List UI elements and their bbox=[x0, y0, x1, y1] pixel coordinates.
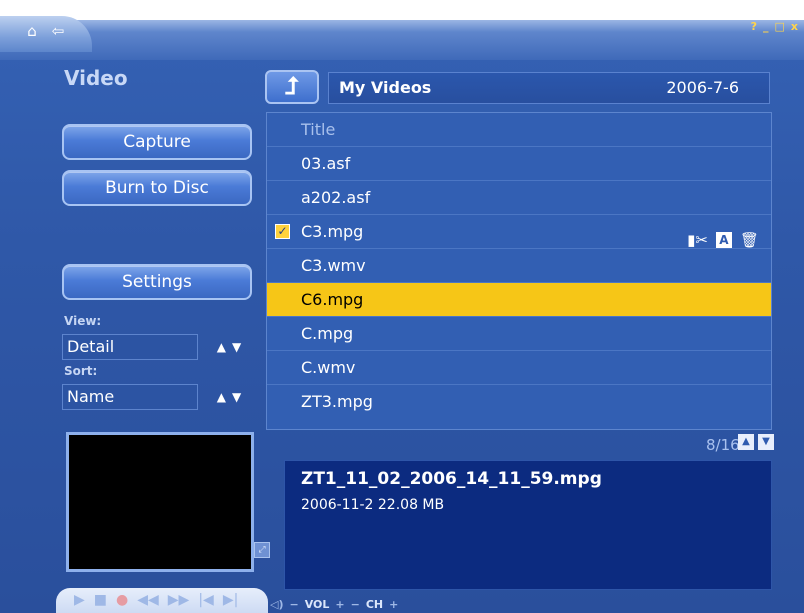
list-header[interactable]: Title bbox=[267, 113, 771, 147]
checkbox-checked-icon[interactable]: ✓ bbox=[275, 224, 290, 239]
capture-button[interactable]: Capture bbox=[62, 124, 252, 160]
page-title: Video bbox=[64, 66, 128, 90]
mute-icon[interactable]: ◁) bbox=[270, 598, 284, 611]
sort-label: Sort: bbox=[64, 364, 98, 378]
burn-to-disc-button[interactable]: Burn to Disc bbox=[62, 170, 252, 206]
fast-forward-icon[interactable]: ▶▶ bbox=[168, 592, 190, 608]
file-name: C.wmv bbox=[301, 358, 356, 377]
fullscreen-icon[interactable]: ⤢ bbox=[254, 542, 270, 558]
selected-file-meta: 2006-11-2 22.08 MB bbox=[301, 497, 445, 513]
video-preview bbox=[66, 432, 254, 572]
title-column-header: Title bbox=[301, 120, 336, 139]
app-window: ⌂ ⇦ ? _ □ x Video Capture Burn to Disc S… bbox=[0, 0, 804, 613]
file-list: Title 03.asf a202.asf ✓ C3.mpg ▮✂ A 🗑 C3… bbox=[266, 112, 772, 430]
volume-channel-controls: ◁) − VOL + − CH + bbox=[270, 598, 398, 611]
stop-icon[interactable]: ■ bbox=[94, 592, 107, 608]
path-bar: My Videos 2006-7-6 bbox=[328, 72, 770, 104]
list-item[interactable]: C.wmv bbox=[267, 351, 771, 385]
settings-button[interactable]: Settings bbox=[62, 264, 252, 300]
record-icon[interactable]: ● bbox=[116, 592, 128, 608]
list-item[interactable]: C3.wmv bbox=[267, 249, 771, 283]
minimize-icon[interactable]: _ bbox=[763, 20, 769, 33]
selected-file-name: ZT1_11_02_2006_14_11_59.mpg bbox=[301, 469, 602, 489]
file-name: a202.asf bbox=[301, 188, 371, 207]
file-name: C3.mpg bbox=[301, 222, 364, 241]
page-down-icon[interactable]: ▼ bbox=[758, 434, 774, 450]
nav-tab bbox=[0, 16, 92, 52]
sort-select[interactable]: Name bbox=[62, 384, 198, 410]
file-name: C6.mpg bbox=[301, 290, 364, 309]
view-select[interactable]: Detail bbox=[62, 334, 198, 360]
file-info-panel: ZT1_11_02_2006_14_11_59.mpg 2006-11-2 22… bbox=[284, 460, 772, 590]
rename-icon[interactable]: A bbox=[715, 232, 732, 248]
view-arrows: ▲ ▼ bbox=[205, 336, 253, 358]
file-name: 03.asf bbox=[301, 154, 351, 173]
up-folder-button[interactable]: ⮥ bbox=[265, 70, 319, 104]
view-up-icon[interactable]: ▲ bbox=[217, 340, 226, 354]
close-icon[interactable]: x bbox=[791, 20, 798, 33]
view-label: View: bbox=[64, 314, 102, 328]
help-icon[interactable]: ? bbox=[751, 20, 757, 33]
view-down-icon[interactable]: ▼ bbox=[232, 340, 241, 354]
previous-icon[interactable]: |◀ bbox=[198, 592, 213, 608]
channel-up-icon[interactable]: + bbox=[389, 598, 398, 611]
title-bar-curve bbox=[0, 20, 804, 60]
sort-down-icon[interactable]: ▼ bbox=[232, 390, 241, 404]
sort-up-icon[interactable]: ▲ bbox=[217, 390, 226, 404]
maximize-icon[interactable]: □ bbox=[774, 20, 784, 33]
page-counter: 8/16 bbox=[706, 436, 740, 454]
folder-date: 2006-7-6 bbox=[666, 78, 739, 97]
next-icon[interactable]: ▶| bbox=[223, 592, 238, 608]
list-item[interactable]: a202.asf bbox=[267, 181, 771, 215]
list-item[interactable]: 03.asf bbox=[267, 147, 771, 181]
window-controls: ? _ □ x bbox=[751, 20, 798, 33]
volume-label: VOL bbox=[304, 598, 330, 611]
list-item[interactable]: ✓ C3.mpg ▮✂ A 🗑 bbox=[267, 215, 771, 249]
file-name: ZT3.mpg bbox=[301, 392, 373, 411]
channel-label: CH bbox=[365, 598, 384, 611]
house-icon[interactable]: ⌂ bbox=[22, 22, 42, 40]
channel-down-icon[interactable]: − bbox=[351, 598, 360, 611]
volume-up-icon[interactable]: + bbox=[335, 598, 344, 611]
playback-controls: ▶ ■ ● ◀◀ ▶▶ |◀ ▶| bbox=[74, 592, 238, 608]
page-arrows: ▲ ▼ bbox=[738, 434, 774, 450]
back-arrow-icon[interactable]: ⇦ bbox=[48, 22, 68, 40]
list-item-selected[interactable]: C6.mpg bbox=[267, 283, 771, 317]
list-item[interactable]: C.mpg bbox=[267, 317, 771, 351]
list-item[interactable]: ZT3.mpg bbox=[267, 385, 771, 419]
volume-down-icon[interactable]: − bbox=[290, 598, 299, 611]
rewind-icon[interactable]: ◀◀ bbox=[137, 592, 159, 608]
page-up-icon[interactable]: ▲ bbox=[738, 434, 754, 450]
file-name: C3.wmv bbox=[301, 256, 366, 275]
file-name: C.mpg bbox=[301, 324, 354, 343]
current-folder: My Videos bbox=[339, 78, 432, 97]
title-bar: ⌂ ⇦ ? _ □ x bbox=[0, 0, 804, 60]
sort-arrows: ▲ ▼ bbox=[205, 386, 253, 408]
play-icon[interactable]: ▶ bbox=[74, 592, 85, 608]
